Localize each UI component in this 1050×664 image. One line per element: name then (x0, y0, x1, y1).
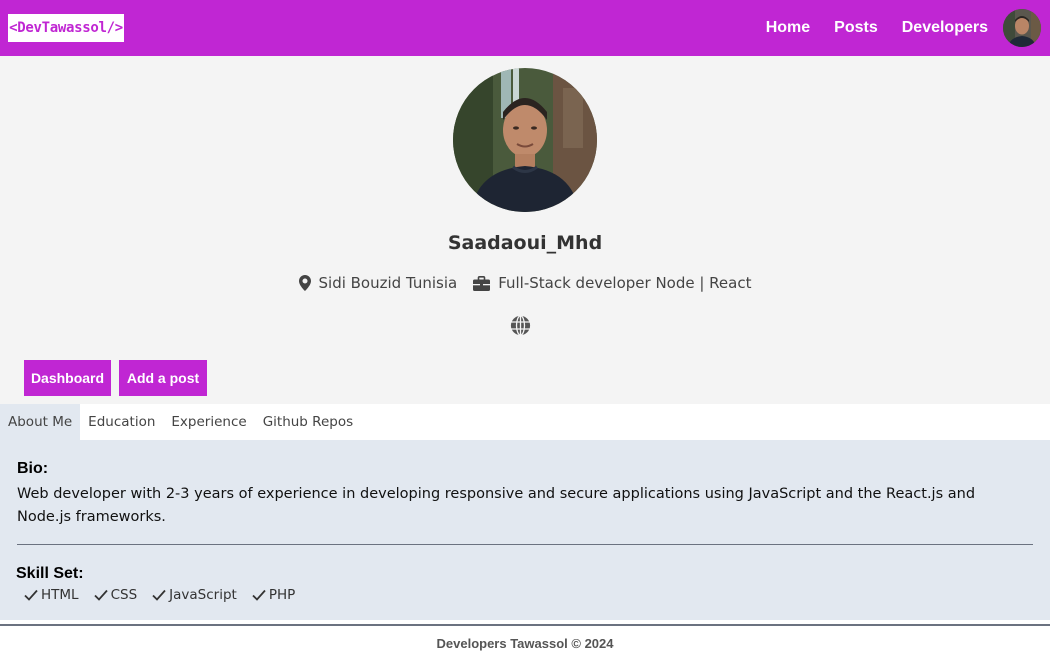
brand-logo[interactable]: <DevTawassol/> (8, 14, 124, 42)
nav-link-developers[interactable]: Developers (902, 19, 988, 37)
location-text: Sidi Bouzid Tunisia (318, 274, 458, 292)
nav-link-home[interactable]: Home (766, 19, 810, 37)
footer-text: Developers Tawassol © 2024 (436, 636, 614, 651)
skill-label: PHP (268, 587, 296, 603)
skill-item: HTML (24, 587, 79, 603)
about-panel: Bio: Web developer with 2-3 years of exp… (0, 440, 1050, 620)
add-post-button[interactable]: Add a post (119, 360, 207, 396)
profile-tabs: About Me Education Experience Github Rep… (0, 404, 1050, 440)
check-icon (24, 589, 38, 601)
check-icon (152, 589, 166, 601)
profile-status: Full-Stack developer Node | React (473, 274, 751, 292)
globe-icon (510, 315, 531, 336)
skill-item: PHP (252, 587, 295, 603)
check-icon (93, 589, 108, 601)
map-marker-icon (298, 275, 311, 291)
skill-item: CSS (93, 587, 138, 603)
navbar: <DevTawassol/> Home Posts Developers (0, 0, 1050, 56)
tab-about-me[interactable]: About Me (0, 404, 81, 440)
profile-meta: Sidi Bouzid Tunisia Full-Stack developer… (0, 274, 1050, 292)
section-divider (17, 544, 1033, 545)
dashboard-button[interactable]: Dashboard (24, 360, 111, 396)
skill-label: HTML (41, 587, 79, 603)
website-link[interactable] (510, 315, 531, 336)
skill-item: JavaScript (152, 587, 237, 603)
profile-photo-icon (453, 68, 597, 212)
tab-education[interactable]: Education (80, 404, 163, 440)
footer-divider (0, 624, 1050, 626)
user-avatar[interactable] (1003, 9, 1041, 47)
skills-list: HTML CSS JavaScript PHP (24, 587, 295, 603)
status-text: Full-Stack developer Node | React (498, 274, 752, 292)
tab-github-repos[interactable]: Github Repos (255, 404, 361, 440)
avatar-photo-icon (1003, 9, 1041, 47)
tab-experience[interactable]: Experience (163, 404, 254, 440)
bio-heading: Bio: (17, 460, 49, 477)
skill-label: JavaScript (169, 587, 237, 603)
bio-text: Web developer with 2-3 years of experien… (17, 486, 976, 525)
check-icon (252, 589, 266, 601)
skills-heading: Skill Set: (16, 565, 84, 582)
briefcase-icon (473, 275, 491, 291)
skill-label: CSS (110, 587, 138, 603)
profile-avatar (453, 68, 597, 212)
nav-links: Home Posts Developers (766, 0, 988, 56)
nav-link-posts[interactable]: Posts (834, 19, 878, 37)
profile-location: Sidi Bouzid Tunisia (298, 274, 458, 292)
profile-header: Saadaoui_Mhd Sidi Bouzid Tunisia Full-St… (0, 56, 1050, 404)
profile-username: Saadaoui_Mhd (447, 232, 603, 254)
